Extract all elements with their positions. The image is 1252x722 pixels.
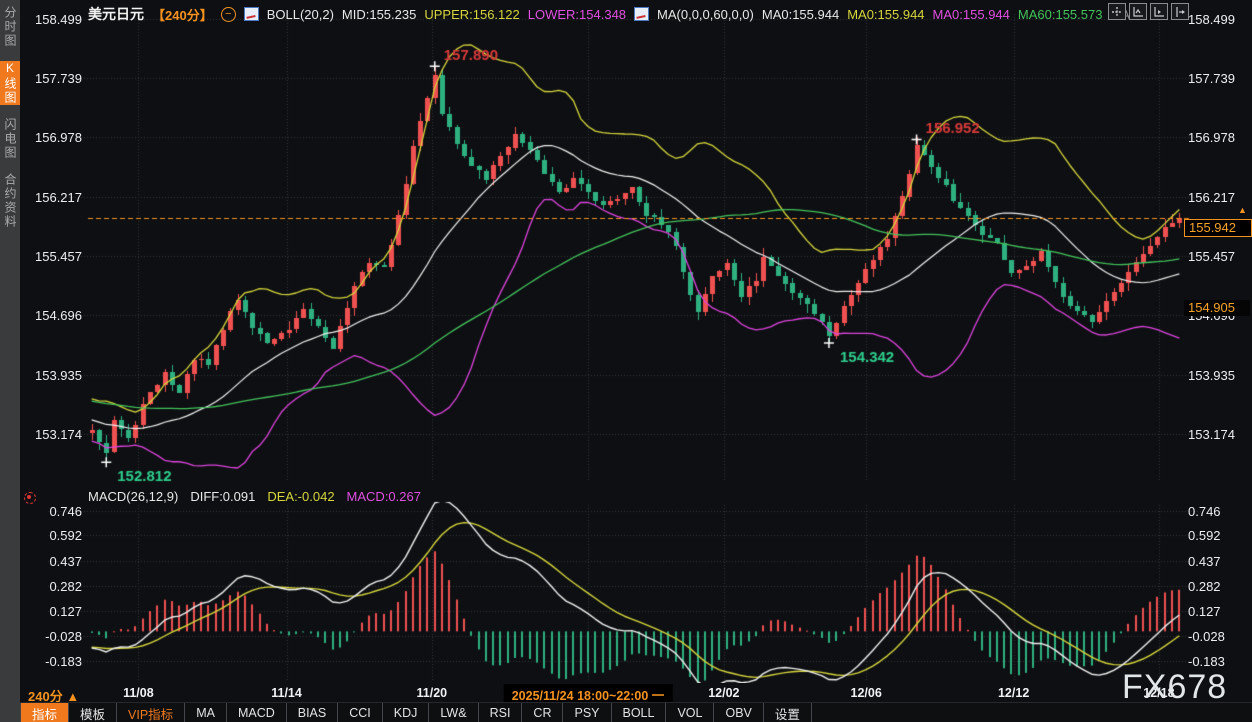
pan-crosshair-icon[interactable]	[1108, 3, 1126, 20]
price-tick-left: 157.739	[24, 71, 82, 86]
price-up-arrow-icon: ▲	[1238, 206, 1247, 214]
macd-title: MACD(26,12,9)	[88, 489, 178, 504]
left-axis-scale-icon[interactable]	[1129, 3, 1147, 20]
price-tick-left: 154.696	[24, 308, 82, 323]
price-tick-left: 153.174	[24, 427, 82, 442]
macd-tick-left: 0.437	[24, 554, 82, 569]
macd-tick-left: 0.746	[24, 504, 82, 519]
macd-dea-value: DEA:-0.042	[267, 489, 334, 504]
toolbar-button-2[interactable]: VIP指标	[117, 703, 185, 722]
price-tick-right: 155.457	[1188, 249, 1248, 264]
macd-tick-right: 0.592	[1188, 528, 1248, 543]
sidebar-item-1[interactable]: K线图	[0, 61, 20, 105]
macd-settings-icon[interactable]	[24, 492, 36, 504]
boll-upper-value: UPPER:156.122	[424, 7, 519, 22]
macd-tick-right: -0.183	[1188, 654, 1248, 669]
right-axis-scale-icon[interactable]	[1150, 3, 1168, 20]
macd-tick-right: 0.127	[1188, 604, 1248, 619]
price-tick-left: 155.457	[24, 249, 82, 264]
toolbar-button-5[interactable]: BIAS	[287, 703, 339, 722]
ma60-value: MA60:155.573	[1018, 7, 1103, 22]
macd-tick-right: 0.746	[1188, 504, 1248, 519]
macd-tick-left: -0.183	[24, 654, 82, 669]
ma0-value-3: MA0:155.944	[933, 7, 1010, 22]
bottom-toolbar: 指标模板VIP指标MAMACDBIASCCIKDJLW&RSICRPSYBOLL…	[20, 702, 1252, 722]
ma0-value-1: MA0:155.944	[762, 7, 839, 22]
sidebar-item-3[interactable]: 合约资料	[0, 173, 20, 229]
price-tick-right: 156.978	[1188, 130, 1248, 145]
sidebar-item-0[interactable]: 分时图	[0, 6, 20, 48]
macd-tick-right: 0.437	[1188, 554, 1248, 569]
price-tick-right: 157.739	[1188, 71, 1248, 86]
ma0-value-2: MA0:155.944	[847, 7, 924, 22]
toolbar-button-1[interactable]: 模板	[69, 703, 117, 722]
boll-indicator-icon[interactable]	[244, 7, 259, 21]
toolbar-button-15[interactable]: 设置	[764, 703, 812, 722]
price-tick-right: 156.217	[1188, 190, 1248, 205]
boll-label: BOLL(20,2)	[267, 7, 334, 22]
toolbar-button-9[interactable]: RSI	[479, 703, 523, 722]
collapse-panel-icon[interactable]	[1171, 3, 1189, 20]
macd-tick-right: 0.282	[1188, 579, 1248, 594]
price-tick-left: 156.217	[24, 190, 82, 205]
price-tick-left: 158.499	[24, 12, 82, 27]
sidebar-item-2[interactable]: 闪电图	[0, 118, 20, 160]
price-tick-right: 158.499	[1188, 12, 1248, 27]
macd-tick-left: 0.282	[24, 579, 82, 594]
date-label: 12/06	[851, 686, 882, 700]
date-label: 12/02	[708, 686, 739, 700]
toolbar-button-6[interactable]: CCI	[338, 703, 383, 722]
trading-app-window: 分时图 K线图闪电图合约资料 美元日元 【240分】 − BOLL(20,2) M…	[0, 0, 1252, 722]
watermark: FX678	[1122, 668, 1227, 707]
macd-tick-right: -0.028	[1188, 629, 1248, 644]
toolbar-button-11[interactable]: PSY	[563, 703, 611, 722]
toolbar-button-4[interactable]: MACD	[227, 703, 287, 722]
boll-lower-value: LOWER:154.348	[528, 7, 626, 22]
macd-diff-value: DIFF:0.091	[190, 489, 255, 504]
ma-indicator-icon[interactable]	[634, 7, 649, 21]
date-label: 11/14	[271, 686, 302, 700]
chart-header: 美元日元 【240分】 − BOLL(20,2) MID:155.235 UPP…	[88, 4, 1141, 24]
collapse-indicator-icon[interactable]: −	[221, 7, 236, 22]
symbol-name: 美元日元	[88, 4, 144, 24]
boll-mid-value: MID:155.235	[342, 7, 416, 22]
macd-header: MACD(26,12,9) DIFF:0.091 DEA:-0.042 MACD…	[88, 489, 421, 504]
settlement-price-tag: 154.905	[1184, 300, 1250, 316]
period-label: 【240分】	[152, 5, 213, 24]
ma-label: MA(0,0,0,60,0,0)	[657, 7, 754, 22]
toolbar-button-8[interactable]: LW&	[429, 703, 478, 722]
macd-tick-left: 0.127	[24, 604, 82, 619]
date-label: 12/12	[998, 686, 1029, 700]
macd-macd-value: MACD:0.267	[347, 489, 421, 504]
macd-tick-left: 0.592	[24, 528, 82, 543]
macd-tick-left: -0.028	[24, 629, 82, 644]
price-tick-left: 153.935	[24, 368, 82, 383]
current-price-tag: 155.942	[1184, 219, 1252, 237]
price-tick-right: 153.935	[1188, 368, 1248, 383]
toolbar-button-14[interactable]: OBV	[714, 703, 763, 722]
date-label: 11/20	[417, 686, 448, 700]
date-axis: 240分 ▲ 11/0811/1411/2012/0212/0612/1212/…	[20, 683, 1252, 703]
chart-tool-icons	[1108, 3, 1189, 20]
chart-type-sidebar: 分时图 K线图闪电图合约资料	[0, 0, 20, 722]
date-label: 11/08	[123, 686, 154, 700]
price-tick-right: 153.174	[1188, 427, 1248, 442]
toolbar-button-10[interactable]: CR	[522, 703, 563, 722]
toolbar-button-0[interactable]: 指标	[20, 703, 69, 722]
price-tick-left: 156.978	[24, 130, 82, 145]
toolbar-button-13[interactable]: VOL	[666, 703, 714, 722]
toolbar-button-12[interactable]: BOLL	[612, 703, 667, 722]
price-chart-canvas[interactable]	[20, 0, 1252, 683]
toolbar-button-7[interactable]: KDJ	[383, 703, 430, 722]
toolbar-button-3[interactable]: MA	[185, 703, 227, 722]
